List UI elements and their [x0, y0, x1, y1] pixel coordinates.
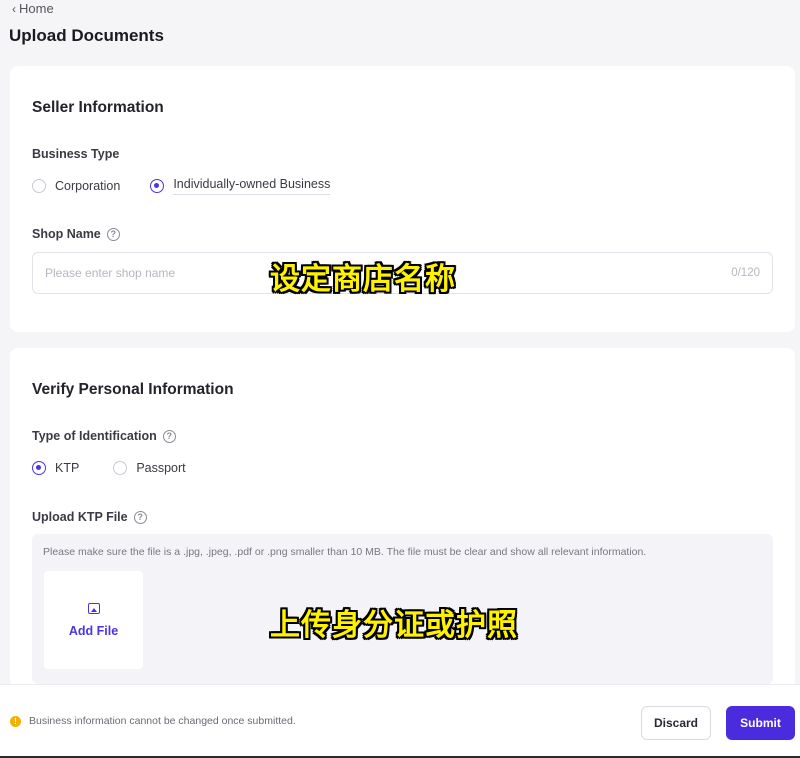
radio-individual[interactable] — [150, 179, 165, 193]
image-icon — [87, 602, 100, 614]
corporation-label: Corporation — [55, 179, 121, 193]
radio-ktp[interactable] — [32, 461, 46, 475]
upload-area: Please make sure the file is a .jpg, .jp… — [32, 534, 773, 684]
back-home-label: Home — [19, 1, 54, 16]
id-type-option-ktp[interactable]: KTP — [32, 461, 79, 475]
verify-section-title: Verify Personal Information — [32, 381, 234, 398]
page-title: Upload Documents — [9, 26, 164, 45]
discard-button[interactable]: Discard — [641, 706, 711, 740]
seller-information-card: Seller Information Business Type Corpora… — [10, 66, 795, 332]
help-icon[interactable]: ? — [162, 429, 176, 443]
shop-name-label-text: Shop Name — [32, 227, 101, 241]
radio-passport[interactable] — [113, 461, 128, 475]
footer-bar: ! Business information cannot be changed… — [0, 684, 800, 758]
ktp-label: KTP — [55, 461, 80, 475]
shop-name-input[interactable]: Please enter shop name 0/120 — [32, 252, 773, 294]
chevron-left-icon: ‹ — [12, 1, 16, 16]
back-home-link[interactable]: ‹ Home — [12, 1, 54, 16]
shop-name-label: Shop Name ? — [32, 227, 120, 241]
upload-ktp-label-text: Upload KTP File — [32, 510, 128, 524]
submit-button[interactable]: Submit — [726, 706, 795, 740]
id-type-label: Type of Identification ? — [32, 429, 176, 443]
radio-corporation[interactable] — [32, 179, 46, 193]
id-type-radio-group: KTP Passport — [32, 461, 186, 475]
footer-note: ! Business information cannot be changed… — [10, 715, 296, 727]
warning-icon: ! — [10, 715, 21, 727]
seller-section-title: Seller Information — [32, 99, 164, 116]
business-type-option-individual[interactable]: Individually-owned Business — [150, 177, 331, 195]
upload-hint: Please make sure the file is a .jpg, .jp… — [43, 546, 647, 558]
help-icon[interactable]: ? — [106, 227, 120, 241]
id-type-label-text: Type of Identification — [32, 429, 157, 443]
footer-note-text: Business information cannot be changed o… — [29, 715, 296, 727]
verify-personal-info-card: Verify Personal Information Type of Iden… — [10, 348, 795, 688]
business-type-option-corporation[interactable]: Corporation — [32, 179, 120, 193]
business-type-label: Business Type — [32, 147, 119, 161]
add-file-button[interactable]: Add File — [44, 571, 143, 669]
shop-name-placeholder: Please enter shop name — [45, 266, 176, 280]
business-type-label-text: Business Type — [32, 147, 120, 161]
upload-ktp-label: Upload KTP File ? — [32, 510, 147, 524]
business-type-radio-group: Corporation Individually-owned Business — [32, 177, 331, 195]
shop-name-char-counter: 0/120 — [731, 267, 760, 279]
add-file-label: Add File — [68, 623, 119, 638]
individual-label: Individually-owned Business — [173, 177, 331, 195]
passport-label: Passport — [136, 461, 186, 475]
help-icon[interactable]: ? — [133, 510, 147, 524]
id-type-option-passport[interactable]: Passport — [113, 461, 186, 475]
